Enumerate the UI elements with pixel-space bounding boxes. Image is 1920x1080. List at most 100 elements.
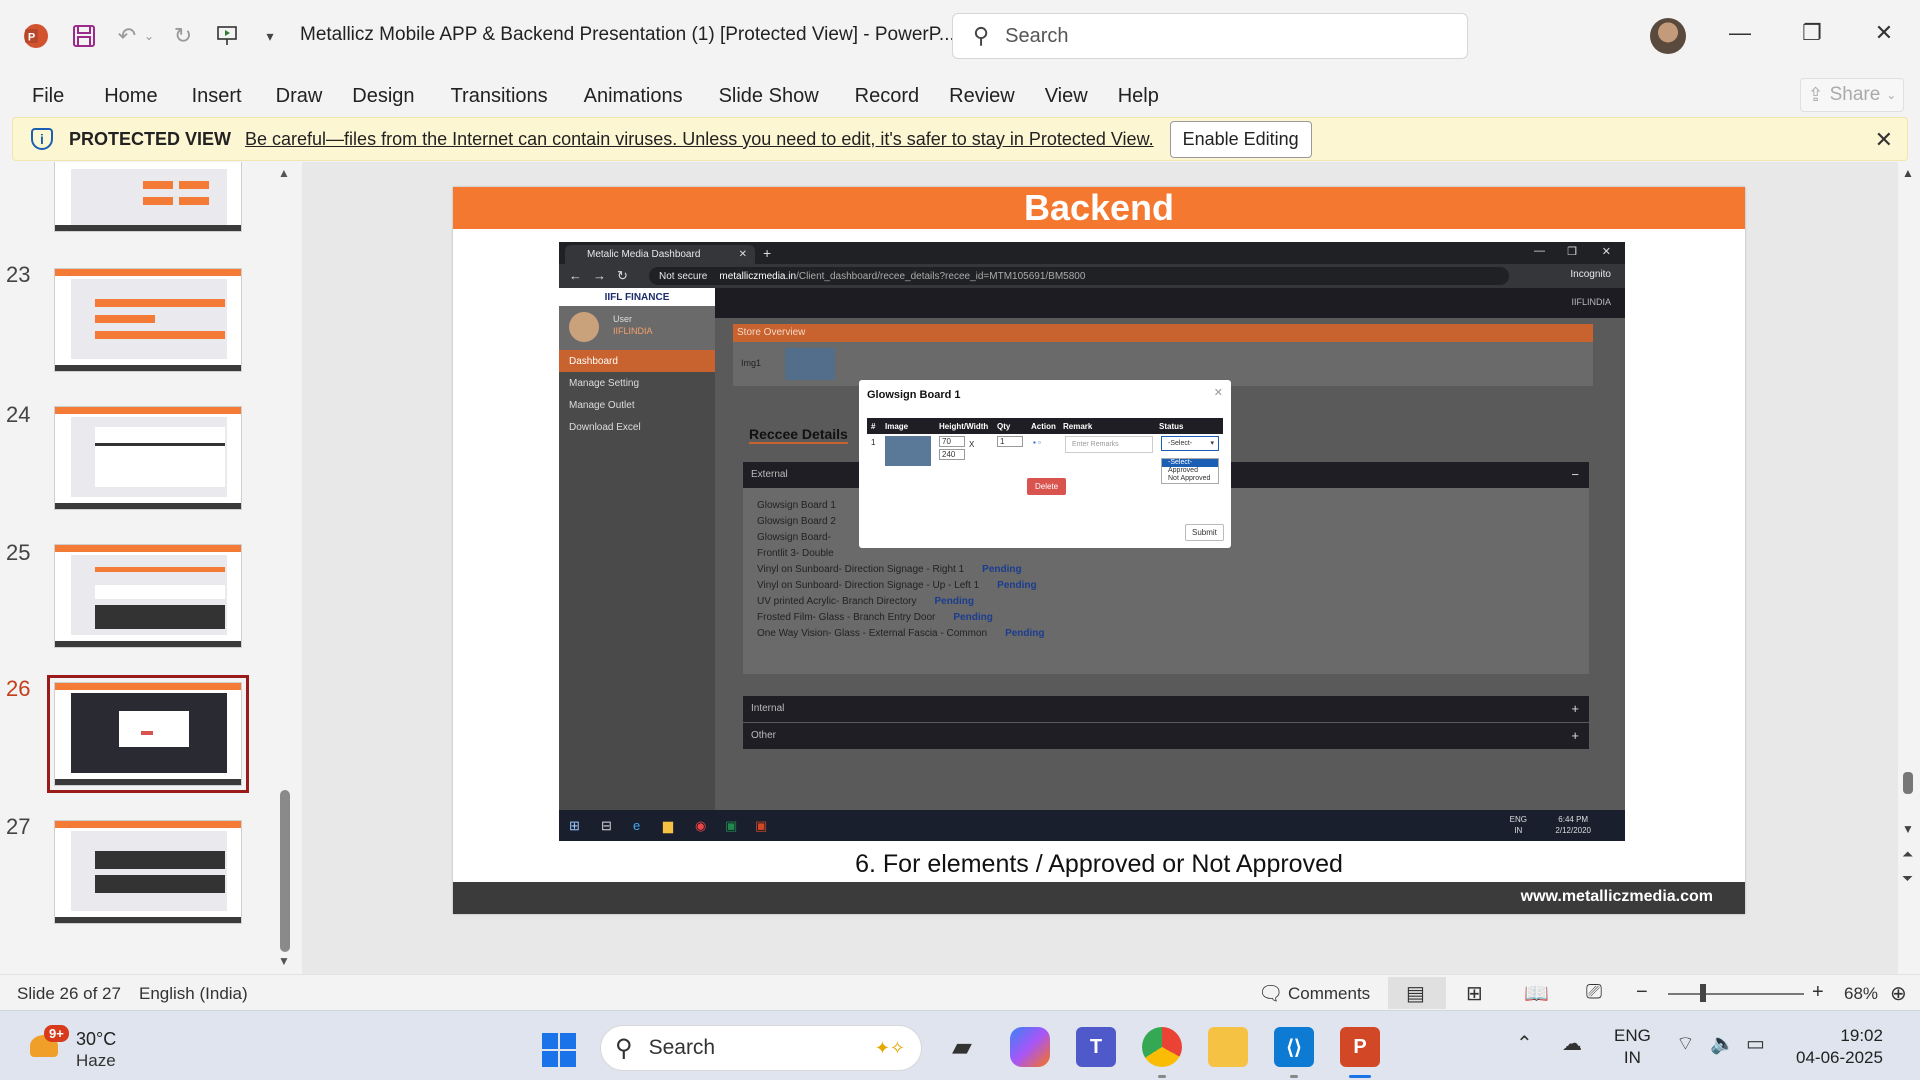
list-item: Frontlit 3- Double [757, 548, 834, 559]
reading-view-icon[interactable]: 📖 [1524, 981, 1549, 1006]
slide-thumbnail[interactable] [54, 162, 242, 232]
scroll-down-arrow-icon[interactable]: ▼ [1902, 822, 1914, 836]
comments-icon[interactable]: 🗨 [1258, 981, 1283, 1006]
list-item: Vinyl on Sunboard- Direction Signage - U… [757, 580, 1037, 591]
protected-view-bar: i PROTECTED VIEW Be careful—files from t… [12, 117, 1908, 161]
close-bar-icon[interactable]: ✕ [1875, 127, 1893, 153]
account-avatar[interactable] [1650, 18, 1686, 54]
section-internal: Internal + [743, 696, 1589, 722]
clock[interactable]: 19:02 04-06-2025 [1796, 1025, 1883, 1069]
search-input[interactable]: ⚲ Search [952, 13, 1468, 59]
top-user-label: IIFLINDIA [1571, 297, 1611, 307]
zoom-slider[interactable] [1668, 993, 1804, 995]
tab-home[interactable]: Home [78, 85, 171, 108]
tab-design[interactable]: Design [336, 85, 428, 108]
zoom-level[interactable]: 68% [1844, 984, 1878, 1004]
list-item: Glowsign Board 2 [757, 516, 836, 527]
teams-icon[interactable]: T [1076, 1027, 1116, 1067]
col-header: Height/Width [939, 422, 989, 431]
language-label[interactable]: English (India) [139, 984, 248, 1004]
slideshow-view-icon[interactable]: ⎚ [1586, 981, 1602, 1004]
undo-dropdown-icon[interactable]: ⌄ [142, 22, 156, 50]
wifi-icon[interactable]: ⌔ [1676, 1031, 1695, 1056]
current-slide[interactable]: Backend Metalic Media Dashboard ✕ + — ❐ … [453, 187, 1745, 914]
slide-thumbnail-24[interactable] [54, 406, 242, 510]
status-select: -Select- ▾ [1161, 436, 1219, 451]
tab-transitions[interactable]: Transitions [429, 85, 562, 108]
comments-button[interactable]: Comments [1288, 984, 1370, 1004]
tab-record[interactable]: Record [833, 85, 933, 108]
input-language[interactable]: ENG IN [1614, 1025, 1651, 1069]
battery-icon[interactable]: ▭ [1746, 1031, 1765, 1056]
protected-view-message[interactable]: Be careful—files from the Internet can c… [245, 129, 1154, 150]
tab-view[interactable]: View [1029, 85, 1102, 108]
new-tab-icon: + [763, 245, 772, 261]
tab-review[interactable]: Review [933, 85, 1029, 108]
scroll-down-arrow-icon[interactable]: ▼ [278, 954, 290, 968]
footer-url: www.metalliczmedia.com [1520, 888, 1713, 905]
previous-slide-icon[interactable]: ⏶ [1902, 846, 1913, 863]
shield-info-icon: i [31, 128, 53, 150]
scroll-up-arrow-icon[interactable]: ▲ [278, 166, 290, 180]
task-view-icon[interactable]: ▰ [942, 1027, 982, 1067]
normal-view-icon[interactable]: ▤ [1406, 981, 1425, 1006]
slide-thumbnail-23[interactable] [54, 268, 242, 372]
onedrive-icon[interactable]: ☁ [1562, 1031, 1582, 1056]
slide-number: 27 [6, 814, 31, 839]
restore-icon[interactable]: ❐ [1792, 20, 1832, 46]
enable-editing-button[interactable]: Enable Editing [1169, 120, 1312, 158]
zoom-out-icon[interactable]: − [1636, 981, 1648, 1004]
weather-widget[interactable]: 9+ 30°C Haze [26, 1023, 146, 1071]
customize-qat-icon[interactable]: ▾ [262, 22, 278, 50]
slide-number-active: 26 [6, 676, 31, 701]
browser-tab: Metalic Media Dashboard ✕ [565, 245, 755, 264]
close-icon[interactable]: ✕ [1864, 20, 1904, 46]
present-from-start-icon[interactable] [212, 22, 242, 50]
store-overview-header: Store Overview [733, 324, 1593, 342]
tab-animations[interactable]: Animations [562, 85, 697, 108]
app-menu-dashboard: Dashboard [559, 350, 715, 372]
volume-icon[interactable]: 🔈 [1710, 1031, 1735, 1056]
share-label: Share [1829, 84, 1881, 105]
share-button[interactable]: ⇪ Share ⌄ [1800, 78, 1904, 112]
slide-header: Backend [453, 187, 1745, 229]
undo-icon[interactable]: ↶ [112, 22, 142, 50]
tab-file[interactable]: File [0, 85, 78, 108]
thumbnail-scrollbar[interactable]: ▲ ▼ [278, 162, 292, 974]
tab-slide-show[interactable]: Slide Show [697, 85, 833, 108]
zoom-in-icon[interactable]: + [1812, 981, 1824, 1004]
slide-thumbnail-27[interactable] [54, 820, 242, 924]
copilot-icon[interactable] [1010, 1027, 1050, 1067]
slide-thumbnail-25[interactable] [54, 544, 242, 648]
slide-thumbnail-26-selected[interactable] [47, 675, 249, 793]
status-bar: Slide 26 of 27 English (India) 🗨 Comment… [0, 974, 1920, 1010]
redo-icon[interactable]: ↻ [168, 22, 198, 50]
action-icons: ▪ ▫ [1033, 438, 1041, 447]
share-icon: ⇪ [1807, 84, 1824, 106]
list-item: Glowsign Board- [757, 532, 831, 543]
fit-to-window-icon[interactable]: ⊕ [1890, 981, 1907, 1006]
minimize-icon[interactable]: — [1720, 20, 1760, 46]
remark-field: Enter Remarks [1065, 436, 1153, 453]
powerpoint-taskbar-icon[interactable]: P [1340, 1027, 1380, 1067]
app-menu-manage-outlet: Manage Outlet [569, 399, 635, 411]
tab-help[interactable]: Help [1102, 85, 1173, 108]
start-icon[interactable] [542, 1033, 576, 1067]
show-hidden-icons-icon[interactable]: ⌃ [1516, 1031, 1533, 1056]
tab-insert[interactable]: Insert [172, 85, 256, 108]
taskbar-search[interactable]: ⚲ Search ✦✧ [600, 1025, 922, 1071]
scroll-up-arrow-icon[interactable]: ▲ [1902, 166, 1914, 180]
file-explorer-icon[interactable] [1208, 1027, 1248, 1067]
zoom-slider-thumb[interactable] [1700, 984, 1706, 1002]
scroll-thumb[interactable] [1903, 772, 1913, 794]
tab-draw[interactable]: Draw [256, 85, 337, 108]
vscode-icon[interactable]: ⟨⟩ [1274, 1027, 1314, 1067]
save-icon[interactable] [70, 22, 98, 50]
chrome-icon[interactable] [1142, 1027, 1182, 1067]
editor-scrollbar[interactable]: ▲ ▼ ⏶ ⏷ [1898, 162, 1920, 974]
slide-screenshot: Metalic Media Dashboard ✕ + — ❐ ✕ ← → ↻ … [559, 242, 1625, 841]
slide-sorter-icon[interactable]: ⊞ [1466, 981, 1483, 1006]
notification-badge: 9+ [44, 1025, 69, 1042]
next-slide-icon[interactable]: ⏷ [1902, 870, 1913, 887]
scroll-thumb[interactable] [280, 790, 290, 952]
